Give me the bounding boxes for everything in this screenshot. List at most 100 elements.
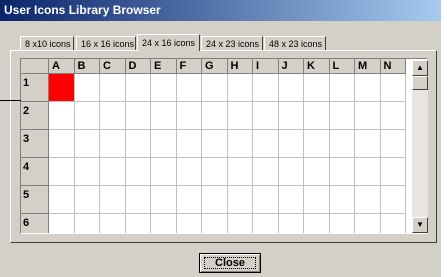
grid-cell[interactable]	[304, 158, 330, 186]
tab-16x16-icons[interactable]: 16 x 16 icons	[76, 36, 136, 50]
grid-cell[interactable]	[100, 214, 126, 233]
grid-cell[interactable]	[151, 102, 177, 130]
grid-cell[interactable]	[49, 74, 75, 102]
column-header-f[interactable]: F	[176, 59, 202, 74]
grid-cell[interactable]	[176, 130, 202, 158]
grid-cell[interactable]	[74, 214, 100, 233]
grid-cell[interactable]	[49, 214, 75, 233]
grid-cell[interactable]	[355, 130, 381, 158]
grid-cell[interactable]	[176, 214, 202, 233]
tab-24x23-icons[interactable]: 24 x 23 icons	[201, 36, 263, 50]
grid-cell[interactable]	[329, 186, 355, 214]
column-header-h[interactable]: H	[227, 59, 253, 74]
title-bar[interactable]: User Icons Library Browser	[0, 0, 441, 21]
column-header-j[interactable]: J	[278, 59, 304, 74]
grid-cell[interactable]	[227, 158, 253, 186]
grid-cell[interactable]	[100, 186, 126, 214]
grid-cell[interactable]	[74, 74, 100, 102]
grid-cell[interactable]	[329, 214, 355, 233]
grid-cell[interactable]	[355, 102, 381, 130]
row-header-4[interactable]: 4	[21, 158, 49, 186]
grid-cell[interactable]	[74, 158, 100, 186]
grid-cell[interactable]	[202, 74, 228, 102]
grid-cell[interactable]	[100, 158, 126, 186]
grid-cell[interactable]	[278, 74, 304, 102]
grid-cell[interactable]	[49, 186, 75, 214]
grid-cell[interactable]	[176, 186, 202, 214]
grid-cell[interactable]	[278, 130, 304, 158]
grid-cell[interactable]	[74, 130, 100, 158]
grid-cell[interactable]	[100, 130, 126, 158]
grid-cell[interactable]	[304, 130, 330, 158]
grid-cell[interactable]	[253, 74, 279, 102]
grid-cell[interactable]	[125, 158, 151, 186]
grid-cell[interactable]	[74, 186, 100, 214]
grid-cell[interactable]	[380, 74, 406, 102]
grid-cell[interactable]	[176, 74, 202, 102]
grid-cell[interactable]	[202, 102, 228, 130]
grid-cell[interactable]	[176, 158, 202, 186]
grid-cell[interactable]	[125, 74, 151, 102]
grid-cell[interactable]	[202, 214, 228, 233]
grid-cell[interactable]	[202, 130, 228, 158]
grid-cell[interactable]	[49, 158, 75, 186]
tab-8x10-icons[interactable]: 8 x10 icons	[20, 36, 74, 50]
grid-cell[interactable]	[202, 158, 228, 186]
grid-cell[interactable]	[253, 158, 279, 186]
grid-cell[interactable]	[227, 130, 253, 158]
grid-cell[interactable]	[49, 102, 75, 130]
grid-cell[interactable]	[329, 158, 355, 186]
vertical-scrollbar[interactable]: ▲ ▼	[412, 60, 428, 233]
grid-cell[interactable]	[304, 186, 330, 214]
column-header-c[interactable]: C	[100, 59, 126, 74]
grid-cell[interactable]	[151, 186, 177, 214]
grid-cell[interactable]	[355, 186, 381, 214]
grid-cell[interactable]	[227, 186, 253, 214]
grid-cell[interactable]	[151, 74, 177, 102]
close-button[interactable]: Close	[199, 253, 261, 273]
grid-cell[interactable]	[151, 214, 177, 233]
grid-cell[interactable]	[278, 158, 304, 186]
column-header-b[interactable]: B	[74, 59, 100, 74]
grid-cell[interactable]	[100, 102, 126, 130]
column-header-l[interactable]: L	[329, 59, 355, 74]
grid-cell[interactable]	[253, 214, 279, 233]
row-header-3[interactable]: 3	[21, 130, 49, 158]
grid-cell[interactable]	[74, 102, 100, 130]
column-header-m[interactable]: M	[355, 59, 381, 74]
row-header-2[interactable]: 2	[21, 102, 49, 130]
column-header-k[interactable]: K	[304, 59, 330, 74]
grid-cell[interactable]	[202, 186, 228, 214]
grid-cell[interactable]	[380, 102, 406, 130]
grid-cell[interactable]	[100, 74, 126, 102]
grid-cell[interactable]	[304, 214, 330, 233]
arrow-down-icon[interactable]: ▼	[412, 217, 428, 233]
grid-cell[interactable]	[355, 158, 381, 186]
arrow-up-icon[interactable]: ▲	[412, 60, 428, 76]
grid-cell[interactable]	[125, 214, 151, 233]
tab-48x23-icons[interactable]: 48 x 23 icons	[264, 36, 326, 50]
icon-grid[interactable]: ABCDEFGHIJKLMN 123456	[20, 58, 428, 234]
column-header-e[interactable]: E	[151, 59, 177, 74]
column-header-i[interactable]: I	[253, 59, 279, 74]
grid-cell[interactable]	[355, 74, 381, 102]
grid-cell[interactable]	[380, 214, 406, 233]
column-header-n[interactable]: N	[380, 59, 406, 74]
grid-cell[interactable]	[304, 74, 330, 102]
scroll-thumb[interactable]	[412, 76, 428, 90]
grid-cell[interactable]	[253, 130, 279, 158]
grid-cell[interactable]	[278, 214, 304, 233]
grid-cell[interactable]	[227, 214, 253, 233]
grid-cell[interactable]	[380, 186, 406, 214]
tab-24x16-icons[interactable]: 24 x 16 icons	[137, 34, 200, 51]
column-header-g[interactable]: G	[202, 59, 228, 74]
grid-cell[interactable]	[176, 102, 202, 130]
grid-cell[interactable]	[125, 186, 151, 214]
grid-cell[interactable]	[355, 214, 381, 233]
grid-cell[interactable]	[227, 102, 253, 130]
grid-cell[interactable]	[278, 102, 304, 130]
row-header-6[interactable]: 6	[21, 214, 49, 233]
grid-cell[interactable]	[125, 130, 151, 158]
column-header-a[interactable]: A	[49, 59, 75, 74]
row-header-1[interactable]: 1	[21, 74, 49, 102]
